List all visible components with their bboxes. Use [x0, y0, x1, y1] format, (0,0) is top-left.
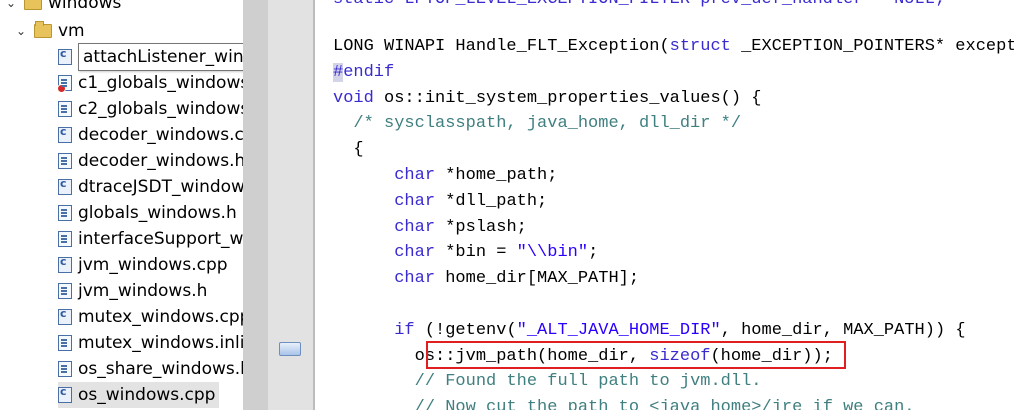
header-file-icon — [58, 335, 72, 351]
code-line-partial: static LPTOP_LEVEL_EXCEPTION_FILTER prev… — [333, 0, 945, 13]
cpp-file-icon — [58, 47, 72, 65]
tree-file-item[interactable]: c1_globals_windows.h — [57, 70, 243, 96]
code-line: char *home_path; — [394, 166, 558, 185]
tree-folder-vm[interactable]: ⌄ vm — [14, 18, 85, 44]
code-line: { — [333, 140, 364, 160]
tree-file-item[interactable]: jvm_windows.h — [58, 278, 207, 304]
folder-icon — [34, 21, 52, 38]
header-file-icon — [58, 153, 72, 169]
code-line: char *dll_path; — [394, 191, 548, 211]
cpp-file-icon — [58, 307, 72, 325]
highlight-annotation-box — [426, 341, 846, 369]
code-line: char *pslash; — [394, 217, 527, 237]
tree-file-label: interfaceSupport_windows.hpp — [78, 229, 243, 249]
code-line: // Found the full path to jvm.dll. — [414, 372, 762, 392]
code-line: char home_dir[MAX_PATH]; — [394, 269, 640, 289]
tree-folder-windows[interactable]: ⌄ windows — [4, 0, 121, 16]
chevron-down-icon[interactable]: ⌄ — [4, 0, 18, 10]
code-line: /* sysclasspath, java_home, dll_dir */ — [353, 114, 742, 134]
header-file-icon — [58, 231, 72, 247]
tree-file-label: jvm_windows.cpp — [78, 255, 228, 275]
tree-file-item[interactable]: globals_windows.h — [58, 200, 237, 226]
header-file-icon — [58, 361, 72, 377]
tree-folder-label: vm — [58, 21, 85, 41]
tree-file-item[interactable]: decoder_windows.cpp — [58, 122, 243, 148]
tree-file-label: c1_globals_windows.h — [78, 73, 243, 93]
code-line: // Now cut the path to <java_home>/jre i… — [414, 398, 915, 410]
tree-file-label: decoder_windows.cpp — [78, 125, 243, 145]
code-line: #endif — [333, 62, 395, 82]
bookmark-marker-icon[interactable] — [279, 342, 301, 356]
header-file-error-icon — [57, 75, 72, 93]
code-line: char *bin = "\\bin"; — [394, 243, 599, 263]
tree-file-label: dtraceJSDT_windows.cpp — [78, 177, 243, 197]
cpp-file-icon — [58, 125, 72, 143]
tree-file-item[interactable]: os_share_windows.hpp — [58, 356, 243, 382]
tree-file-label: c2_globals_windows.h — [78, 99, 243, 119]
tree-file-label: mutex_windows.cpp — [78, 307, 243, 327]
code-line: if (!getenv("_ALT_JAVA_HOME_DIR", home_d… — [394, 320, 966, 340]
tree-file-item[interactable]: c2_globals_windows.h — [58, 96, 243, 122]
tree-file-label: mutex_windows.inline.hpp — [78, 333, 243, 353]
cpp-file-icon — [58, 385, 72, 403]
cpp-file-icon — [58, 177, 72, 195]
tree-file-item[interactable]: mutex_windows.cpp — [58, 304, 243, 330]
tree-file-item[interactable]: jvm_windows.cpp — [58, 252, 228, 278]
tree-folder-label: windows — [48, 0, 122, 13]
header-file-icon — [58, 205, 72, 221]
tree-file-item[interactable]: interfaceSupport_windows.hpp — [58, 226, 243, 252]
header-file-icon — [58, 101, 72, 117]
tree-file-item[interactable]: decoder_windows.h — [58, 148, 243, 174]
tree-file-label: os_share_windows.hpp — [78, 359, 243, 379]
tree-file-label: decoder_windows.h — [78, 151, 243, 171]
tree-file-label: os_windows.cpp — [78, 385, 216, 405]
chevron-down-icon[interactable]: ⌄ — [14, 24, 28, 38]
tree-file-item[interactable]: os_windows.cpp — [58, 382, 220, 408]
cpp-file-icon — [58, 255, 72, 273]
sash-divider[interactable] — [243, 0, 268, 410]
tree-file-label: jvm_windows.h — [78, 281, 208, 301]
code-line: void os::init_system_properties_values()… — [333, 88, 762, 108]
folder-icon — [24, 0, 42, 10]
code-line: LONG WINAPI Handle_FLT_Exception(struct … — [333, 37, 1014, 56]
tree-file-label: globals_windows.h — [78, 203, 237, 223]
header-file-icon — [58, 283, 72, 299]
tree-file-item[interactable]: dtraceJSDT_windows.cpp — [58, 174, 243, 200]
tree-file-item[interactable]: mutex_windows.inline.hpp — [58, 330, 243, 356]
